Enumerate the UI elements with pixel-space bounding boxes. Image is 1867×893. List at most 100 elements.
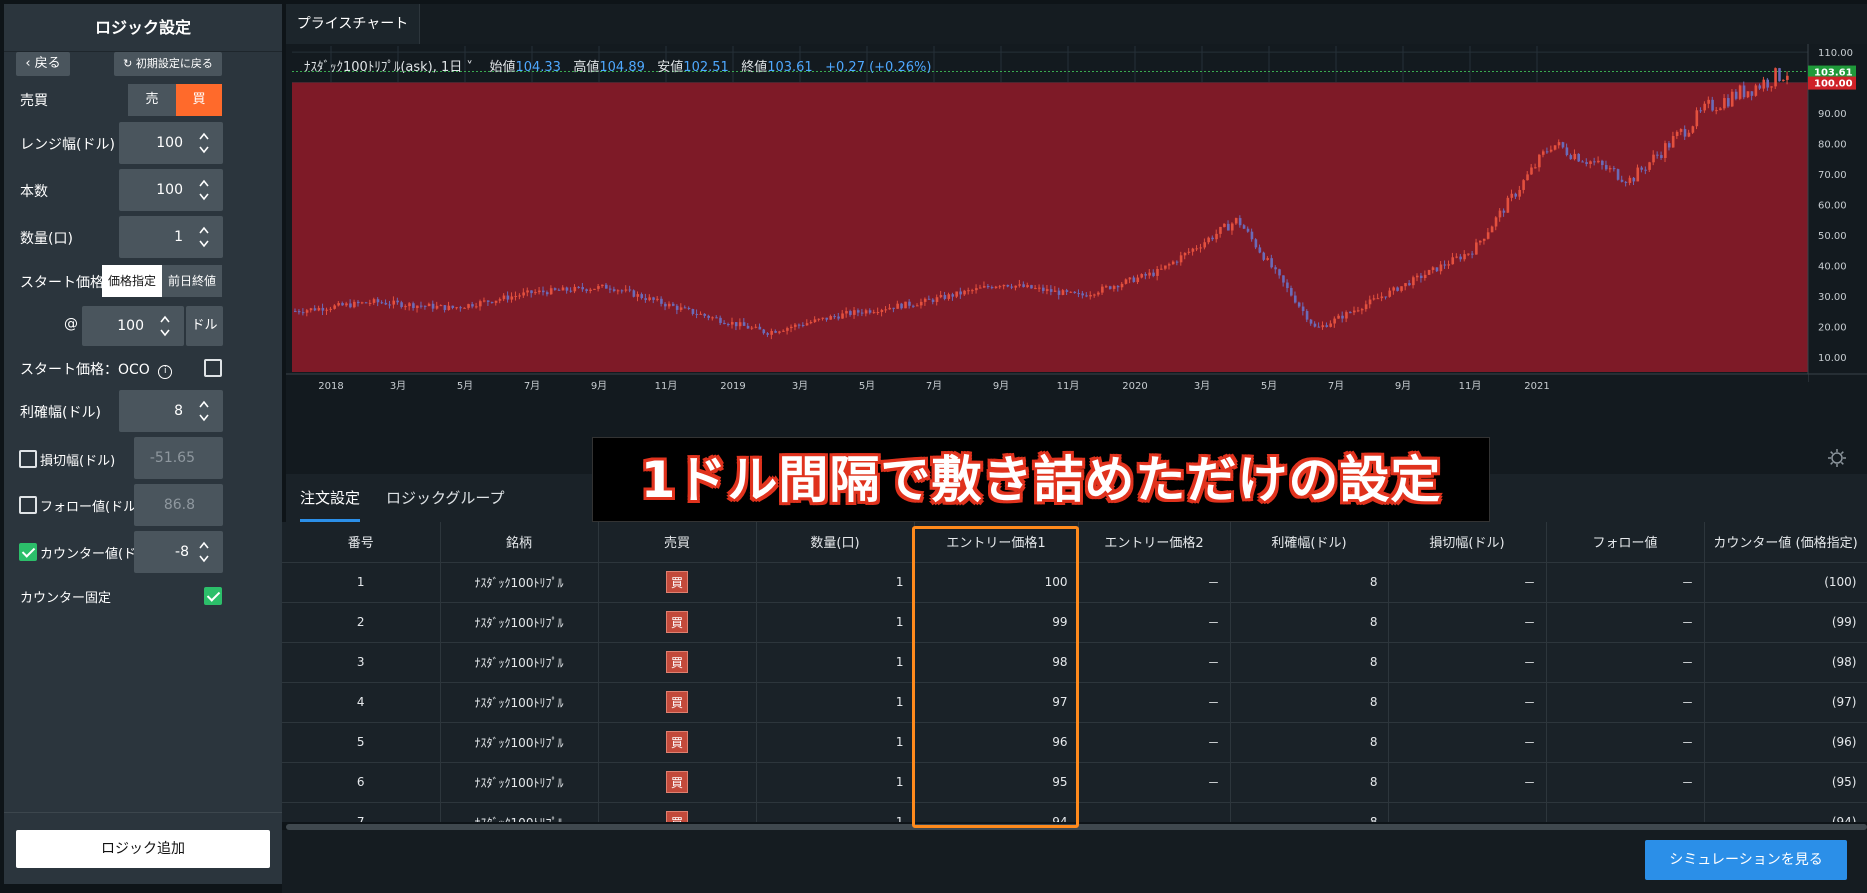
chart-canvas[interactable]: 110.00 100.00 90.00 80.00 70.00 60.00 50.00 40.… xyxy=(286,44,1867,474)
counter-stepper[interactable]: -8 xyxy=(134,531,223,573)
candle xyxy=(616,290,620,292)
candle xyxy=(1333,318,1336,324)
range-band xyxy=(292,82,1808,373)
candle xyxy=(868,310,872,313)
table-cell: 96 xyxy=(914,722,1079,763)
candle xyxy=(754,326,758,328)
stepper-arrows-icon[interactable] xyxy=(199,178,209,202)
stepper-arrows-icon[interactable] xyxy=(199,131,209,155)
range-stepper[interactable]: 100 xyxy=(119,122,223,164)
candle xyxy=(482,300,486,302)
table-cell: 8 xyxy=(1230,602,1389,643)
column-header[interactable]: カウンター値 (価格指定) xyxy=(1704,522,1867,563)
table-cell: 8 xyxy=(1230,802,1389,822)
candle xyxy=(837,316,840,319)
candle xyxy=(1730,91,1734,107)
candle xyxy=(1266,258,1269,260)
column-header[interactable]: 売買 xyxy=(598,522,757,563)
stepper-arrows-icon[interactable] xyxy=(199,225,209,249)
column-header[interactable]: エントリー価格1 xyxy=(914,522,1079,563)
candle xyxy=(1703,103,1706,111)
oco-checkbox[interactable] xyxy=(204,359,222,377)
prev-close-option[interactable]: 前日終値 xyxy=(162,265,222,297)
price-specified-option[interactable]: 価格指定 xyxy=(102,265,162,297)
table-cell: － xyxy=(1546,802,1705,822)
table-cell: 買 xyxy=(598,682,757,723)
column-header[interactable]: 銘柄 xyxy=(440,522,599,563)
candle xyxy=(1431,267,1435,270)
column-header[interactable]: 利確幅(ドル) xyxy=(1230,522,1389,563)
table-cell: － xyxy=(1388,722,1547,763)
qty-label: 数量(口) xyxy=(20,231,73,247)
column-header[interactable]: 損切幅(ドル) xyxy=(1388,522,1547,563)
candle xyxy=(1774,68,1777,87)
candle xyxy=(738,322,742,327)
table-cell: － xyxy=(1546,602,1705,643)
counter-fixed-checkbox[interactable] xyxy=(204,587,222,605)
table-row[interactable]: 1 ﾅｽﾀﾞｯｸ100ﾄﾘﾌﾟﾙ買 1 100 － 8 －－ (100) xyxy=(282,562,1867,603)
table-row[interactable]: 7ﾅｽﾀﾞｯｸ100ﾄﾘﾌﾟﾙ買194－8－－(94) xyxy=(282,802,1867,822)
tab-price-chart[interactable]: プライスチャート xyxy=(286,4,420,44)
x-tick-label: 5月 xyxy=(859,380,875,392)
candle xyxy=(1167,264,1171,266)
candle xyxy=(294,311,297,313)
column-header[interactable]: フォロー値 xyxy=(1546,522,1705,563)
start-price-stepper[interactable]: 100 xyxy=(82,306,184,346)
candle xyxy=(1274,267,1277,270)
stepper-arrows-icon[interactable] xyxy=(199,540,209,564)
follow-field[interactable]: 86.8 xyxy=(134,484,223,526)
candle xyxy=(1656,154,1659,156)
info-icon[interactable]: i xyxy=(158,365,173,379)
table-row[interactable]: 6 ﾅｽﾀﾞｯｸ100ﾄﾘﾌﾟﾙ買 1 95 － 8 －－ (95) xyxy=(282,762,1867,803)
sell-option[interactable]: 売 xyxy=(128,84,176,116)
take-profit-stepper[interactable]: 8 xyxy=(119,390,223,432)
x-tick-label: 9月 xyxy=(993,380,1009,392)
stop-loss-checkbox[interactable] xyxy=(19,450,37,468)
count-stepper[interactable]: 100 xyxy=(119,169,223,211)
candle xyxy=(1404,283,1407,287)
stepper-arrows-icon[interactable] xyxy=(160,314,170,338)
price-chart[interactable]: 110.00 100.00 90.00 80.00 70.00 60.00 50.00 40.… xyxy=(286,44,1867,474)
table-cell: 8 xyxy=(1230,762,1389,803)
candle xyxy=(1246,228,1250,232)
tab-order-settings[interactable]: 注文設定 xyxy=(300,474,361,522)
buy-option[interactable]: 買 xyxy=(176,84,222,116)
column-header[interactable]: 番号 xyxy=(282,522,441,563)
candle xyxy=(581,287,584,290)
table-cell: － xyxy=(1546,722,1705,763)
view-simulation-button[interactable]: シミュレーションを見る xyxy=(1645,840,1847,880)
candle xyxy=(750,327,754,329)
column-header[interactable]: エントリー価格2 xyxy=(1078,522,1231,563)
stop-loss-field[interactable]: -51.65 xyxy=(134,437,223,479)
range-top-tag: 100.00 xyxy=(1814,79,1853,90)
table-row[interactable]: 4 ﾅｽﾀﾞｯｸ100ﾄﾘﾌﾟﾙ買 1 97 － 8 －－ (97) xyxy=(282,682,1867,723)
candle xyxy=(904,301,907,309)
candle xyxy=(1108,286,1112,289)
qty-stepper[interactable]: 1 xyxy=(119,216,223,258)
candle xyxy=(1754,85,1758,96)
table-row[interactable]: 5 ﾅｽﾀﾞｯｸ100ﾄﾘﾌﾟﾙ買 1 96 － 8 －－ (96) xyxy=(282,722,1867,763)
follow-checkbox[interactable] xyxy=(19,496,37,514)
candle xyxy=(963,290,966,295)
add-logic-button[interactable]: ロジック追加 xyxy=(16,830,270,868)
table-cell: － xyxy=(1078,722,1231,763)
side-toggle: 売 買 xyxy=(128,84,222,116)
column-header[interactable]: 数量(口) xyxy=(756,522,915,563)
candle xyxy=(1762,79,1766,89)
order-table: 番号 銘柄 売買 数量(口) エントリー価格1 エントリー価格2 利確幅(ドル) 損切幅(ドル… xyxy=(282,522,1867,822)
candle xyxy=(719,317,722,323)
table-row[interactable]: 3 ﾅｽﾀﾞｯｸ100ﾄﾘﾌﾟﾙ買 1 98 － 8 －－ (98) xyxy=(282,642,1867,683)
table-row[interactable]: 2 ﾅｽﾀﾞｯｸ100ﾄﾘﾌﾟﾙ買 1 99 － 8 －－ (99) xyxy=(282,602,1867,643)
symbol-dropdown[interactable]: ﾅｽﾀﾞｯｸ100ﾄﾘﾌﾟﾙ(ask), 1日 ˅ xyxy=(304,60,473,75)
x-axis: 2018 3月 5月 7月 9月 11月 2019 3月 5月 7月 9月 11月 2020 3月 5月 7月… xyxy=(286,373,1867,396)
candle xyxy=(1207,237,1210,243)
candle xyxy=(1089,294,1092,297)
table-cell: － xyxy=(1546,562,1705,603)
tab-logic-group[interactable]: ロジックグループ xyxy=(386,474,505,522)
back-button[interactable]: ‹ 戻る xyxy=(16,52,70,76)
reset-defaults-button[interactable]: ↻ 初期設定に戻る xyxy=(114,52,222,76)
candle xyxy=(325,309,329,311)
counter-checkbox[interactable] xyxy=(19,543,37,561)
stepper-arrows-icon[interactable] xyxy=(199,399,209,423)
table-cell: 5 xyxy=(282,722,441,763)
